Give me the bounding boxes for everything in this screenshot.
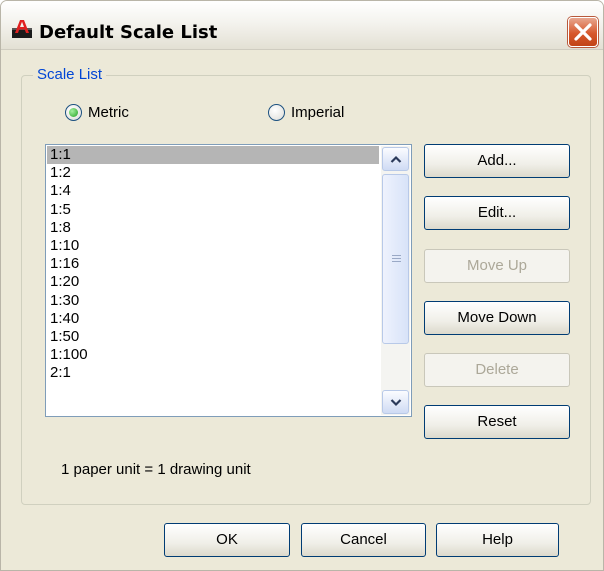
chevron-down-icon [390,399,402,407]
autocad-app-icon [12,20,32,38]
list-item[interactable]: 1:50 [47,328,379,346]
cancel-button[interactable]: Cancel [301,523,426,557]
scroll-thumb[interactable] [382,174,409,344]
scroll-up-button[interactable] [382,147,409,171]
scroll-down-button[interactable] [382,390,409,414]
move-down-button[interactable]: Move Down [424,301,570,335]
move-up-button[interactable]: Move Up [424,249,570,283]
imperial-radio-label: Imperial [291,103,345,121]
list-item[interactable]: 1:20 [47,273,379,291]
radio-selected-dot [69,107,78,117]
list-item[interactable]: 1:16 [47,255,379,273]
list-item[interactable]: 1:100 [47,346,379,364]
unit-ratio-note: 1 paper unit = 1 drawing unit [61,461,251,478]
imperial-radio-indicator [268,103,285,121]
list-item[interactable]: 1:40 [47,310,379,328]
list-item[interactable]: 1:2 [47,164,379,182]
list-item[interactable]: 1:5 [47,201,379,219]
edit-button[interactable]: Edit... [424,196,570,230]
list-item[interactable]: 1:10 [47,237,379,255]
imperial-radio[interactable]: Imperial [268,102,344,122]
list-item[interactable]: 1:4 [47,182,379,200]
list-item[interactable]: 1:1 [47,146,379,165]
metric-radio-indicator [65,103,82,121]
ok-button[interactable]: OK [164,523,290,557]
add-button[interactable]: Add... [424,144,570,178]
default-scale-list-dialog: Default Scale List Scale List Metric Imp… [0,0,604,571]
help-button[interactable]: Help [436,523,559,557]
scale-listbox[interactable]: 1:1 1:2 1:4 1:5 1:8 1:10 1:16 1:20 1:30 1:40 1:50 1… [45,144,412,417]
list-item[interactable]: 2:1 [47,364,379,382]
scroll-grip-icon [392,255,401,263]
scale-list[interactable]: 1:1 1:2 1:4 1:5 1:8 1:10 1:16 1:20 1:30 1:40 1:50 1… [47,146,379,415]
list-item[interactable]: 1:30 [47,292,379,310]
title-bar[interactable]: Default Scale List [1,1,603,50]
dialog-title: Default Scale List [39,22,218,43]
reset-button[interactable]: Reset [424,405,570,439]
chevron-up-icon [390,155,402,163]
vertical-scrollbar[interactable] [381,146,410,415]
scale-list-legend: Scale List [33,66,107,83]
close-button[interactable] [568,17,598,47]
metric-radio[interactable]: Metric [65,102,129,122]
metric-radio-label: Metric [88,103,129,121]
delete-button[interactable]: Delete [424,353,570,387]
list-item[interactable]: 1:8 [47,219,379,237]
close-icon [574,23,592,41]
